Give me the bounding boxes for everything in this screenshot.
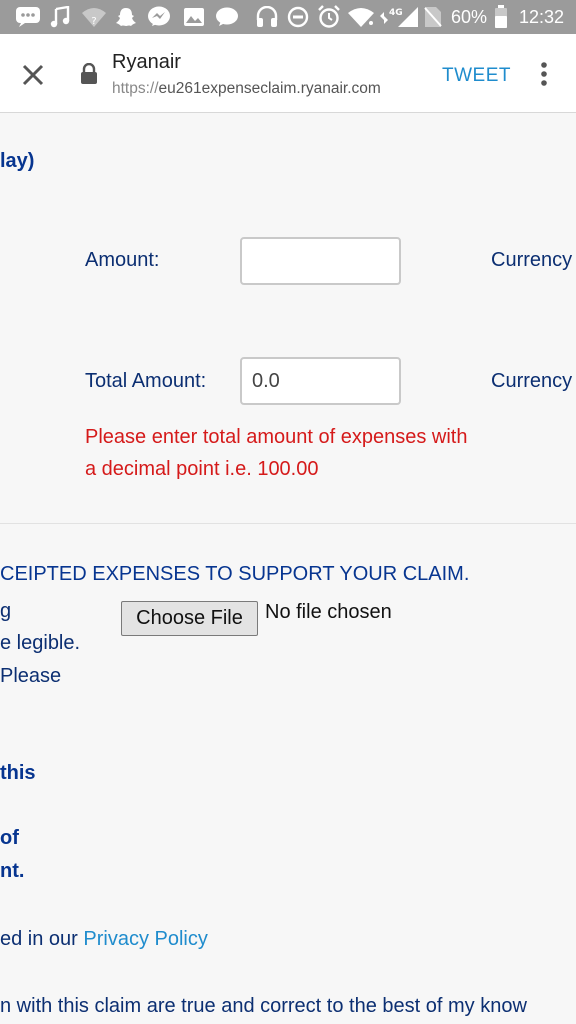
overflow-menu-icon[interactable] <box>534 60 554 90</box>
gallery-icon <box>182 5 206 29</box>
battery-icon <box>493 5 509 29</box>
file-status-text: No file chosen <box>265 601 392 623</box>
url-text: https://eu261expenseclaim.ryanair.com <box>112 80 381 98</box>
snapchat-icon <box>114 5 138 29</box>
upload-heading: CEIPTED EXPENSES TO SUPPORT YOUR CLAIM. <box>0 563 470 585</box>
amount-label: Amount: <box>85 249 160 271</box>
confirmation-text: n with this claim are true and correct t… <box>0 995 527 1017</box>
clock: 12:32 <box>519 7 565 27</box>
dnd-icon <box>286 5 310 29</box>
declaration-fragment-3: nt. <box>0 860 25 882</box>
wifi-unknown-icon: ? <box>80 5 108 29</box>
alarm-icon <box>316 5 342 29</box>
total-amount-input[interactable]: 0.0 <box>240 357 401 405</box>
upload-text-fragment-2: e legible. <box>0 632 81 654</box>
total-amount-label: Total Amount: <box>85 370 207 392</box>
battery-percent: 60% <box>451 7 488 27</box>
messenger-icon <box>146 5 172 29</box>
total-amount-error: Please enter total amount of expenses wi… <box>85 426 468 480</box>
upload-text-fragment-1: g <box>0 600 12 622</box>
url-scheme: https:// <box>112 80 159 97</box>
currency-label: Currency <box>491 249 573 271</box>
chat-icon <box>214 5 240 29</box>
lock-icon <box>80 62 98 90</box>
privacy-text: ed in our Privacy Policy <box>0 928 208 951</box>
no-sim-icon <box>421 5 445 29</box>
declaration-fragment-1: this <box>0 762 36 784</box>
privacy-policy-link[interactable]: Privacy Policy <box>83 928 207 950</box>
headphones-icon <box>254 5 280 29</box>
section-divider <box>0 523 576 524</box>
signal-icon: 4G <box>378 5 420 29</box>
page-content: lay) Amount: Currency Total Amount: 0.0 … <box>0 113 576 1024</box>
page-title: Ryanair <box>112 51 181 73</box>
browser-toolbar: Ryanair https://eu261expenseclaim.ryanai… <box>0 34 576 113</box>
amount-input[interactable] <box>240 237 401 285</box>
music-icon <box>48 5 72 29</box>
privacy-prefix: ed in our <box>0 928 84 950</box>
svg-text:?: ? <box>91 16 96 27</box>
close-icon[interactable] <box>18 60 48 90</box>
messages-icon <box>14 5 42 29</box>
upload-text-fragment-3: Please <box>0 665 62 687</box>
status-bar: ? 4G 60% 12:32 <box>0 0 576 34</box>
url-host: eu261expenseclaim.ryanair.com <box>158 80 381 97</box>
network-type-label: 4G <box>389 8 403 18</box>
section-heading-fragment: lay) <box>0 150 35 172</box>
declaration-fragment-2: of <box>0 827 19 849</box>
choose-file-button[interactable]: Choose File <box>121 601 258 636</box>
tweet-button[interactable]: TWEET <box>442 65 511 87</box>
wifi-icon <box>346 5 376 29</box>
total-currency-label: Currency <box>491 370 573 392</box>
